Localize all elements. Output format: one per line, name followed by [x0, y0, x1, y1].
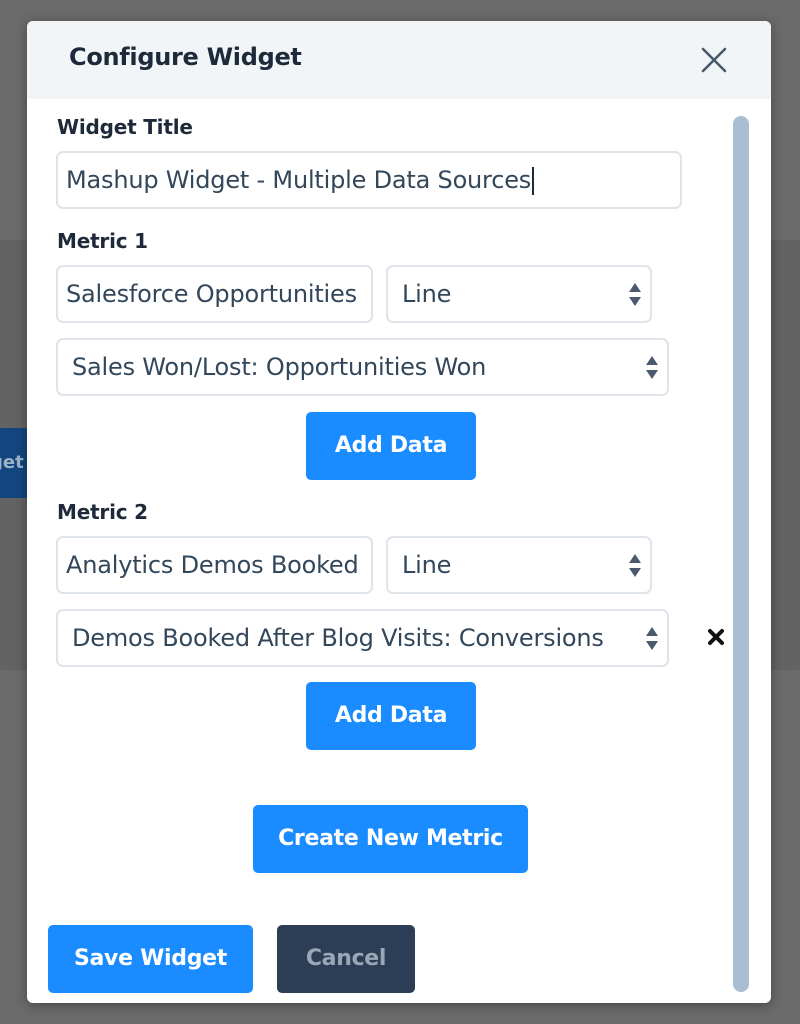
widget-title-value: Mashup Widget - Multiple Data Sources — [66, 166, 532, 194]
select-arrows-icon — [629, 283, 641, 306]
metric-2-add-data-button[interactable]: Add Data — [306, 682, 476, 750]
widget-title-label: Widget Title — [57, 115, 193, 139]
metric-1-label: Metric 1 — [57, 229, 148, 253]
metric-2-label: Metric 2 — [57, 500, 148, 524]
remove-x-icon[interactable] — [704, 625, 728, 649]
metric-2-data-value: Demos Booked After Blog Visits: Conversi… — [72, 624, 604, 652]
cancel-button[interactable]: Cancel — [277, 925, 415, 993]
metric-1-source-input[interactable]: Salesforce Opportunities — [56, 265, 373, 323]
scrollbar[interactable] — [733, 116, 749, 992]
metric-1-chart-type-select[interactable]: Line — [386, 265, 652, 323]
select-arrows-icon — [646, 627, 658, 650]
metric-1-source-value: Salesforce Opportunities — [66, 280, 357, 308]
modal-header: Configure Widget — [27, 21, 771, 99]
metric-2-chart-type-value: Line — [402, 551, 452, 579]
background-button: get — [0, 428, 30, 498]
metric-1-data-select[interactable]: Sales Won/Lost: Opportunities Won — [56, 338, 669, 396]
close-icon — [701, 47, 727, 73]
create-new-metric-button[interactable]: Create New Metric — [253, 805, 528, 873]
select-arrows-icon — [646, 356, 658, 379]
save-widget-button[interactable]: Save Widget — [48, 925, 253, 993]
metric-2-data-select[interactable]: Demos Booked After Blog Visits: Conversi… — [56, 609, 669, 667]
modal-title: Configure Widget — [69, 43, 302, 71]
metric-1-data-value: Sales Won/Lost: Opportunities Won — [72, 353, 487, 381]
configure-widget-modal: Configure Widget Widget Title Mashup Wid… — [27, 21, 771, 1003]
metric-1-chart-type-value: Line — [402, 280, 452, 308]
metric-2-source-value: Analytics Demos Booked — [66, 551, 359, 579]
metric-2-chart-type-select[interactable]: Line — [386, 536, 652, 594]
widget-title-input[interactable]: Mashup Widget - Multiple Data Sources — [56, 151, 682, 209]
text-caret — [532, 167, 535, 195]
close-button[interactable] — [695, 41, 733, 79]
metric-2-source-input[interactable]: Analytics Demos Booked — [56, 536, 373, 594]
select-arrows-icon — [629, 554, 641, 577]
metric-1-add-data-button[interactable]: Add Data — [306, 412, 476, 480]
